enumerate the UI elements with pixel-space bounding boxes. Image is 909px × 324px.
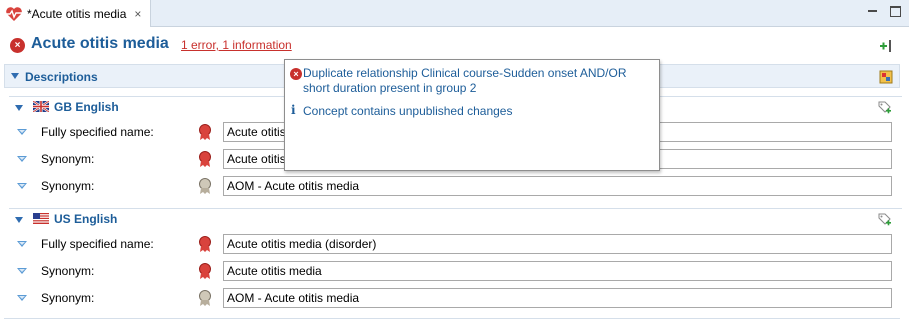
uk-flag-icon [33,101,49,112]
description-type-label: Synonym: [41,291,95,305]
description-term-input[interactable]: AOM - Acute otitis media [223,176,892,196]
close-tab-icon[interactable]: × [134,7,141,21]
add-concept-icon[interactable] [879,39,893,53]
gb-english-label: GB English [54,100,119,114]
description-row: Synonym: AOM - Acute otitis media [9,173,902,200]
editor-tab[interactable]: *Acute otitis media × [0,0,151,27]
descriptions-toolbar-icon[interactable] [879,70,893,84]
description-type-label: Fully specified name: [41,125,154,139]
description-row: Synonym: Acute otitis media [9,258,902,285]
error-status-icon: × [10,38,25,53]
description-type-label: Synonym: [41,264,95,278]
description-type-label: Fully specified name: [41,237,154,251]
expand-row-icon[interactable] [17,156,27,162]
descriptions-label: Descriptions [25,70,98,84]
info-message-link[interactable]: Concept contains unpublished changes [303,104,512,118]
unpublished-seal-icon [199,124,211,140]
error-icon: × [290,68,302,80]
info-icon: i [291,103,296,117]
description-row: Synonym: AOM - Acute otitis media [9,285,902,312]
concept-header: × Acute otitis media 1 error, 1 informat… [0,27,909,63]
description-term-input[interactable]: Acute otitis media [223,261,892,281]
section-divider [4,318,900,319]
expand-row-icon[interactable] [17,241,27,247]
published-seal-icon [199,178,211,194]
concept-title: Acute otitis media [31,35,169,52]
expand-row-icon[interactable] [17,295,27,301]
unpublished-seal-icon [199,236,211,252]
problems-popup: × Duplicate relationship Clinical course… [284,59,660,171]
error-message-link[interactable]: Duplicate relationship Clinical course-S… [303,66,643,96]
expand-row-icon[interactable] [17,129,27,135]
description-type-label: Synonym: [41,152,95,166]
add-description-icon[interactable] [876,211,892,227]
unpublished-seal-icon [199,151,211,167]
collapse-chevron-icon[interactable] [11,73,19,79]
heart-pulse-icon [6,6,22,21]
minimize-icon[interactable] [867,6,878,17]
window-buttons [867,6,901,17]
us-english-label: US English [54,212,118,226]
description-row: Fully specified name: Acute otitis media… [9,231,902,258]
description-term-input[interactable]: Acute otitis media (disorder) [223,234,892,254]
description-type-label: Synonym: [41,179,95,193]
expand-row-icon[interactable] [17,183,27,189]
maximize-icon[interactable] [890,6,901,17]
us-english-group-header[interactable]: US English [9,208,902,230]
us-flag-icon [33,213,49,224]
published-seal-icon [199,290,211,306]
problems-link[interactable]: 1 error, 1 information [181,38,292,52]
collapse-chevron-icon[interactable] [15,105,23,111]
tab-label: *Acute otitis media [27,6,127,21]
expand-row-icon[interactable] [17,268,27,274]
description-term-input[interactable]: AOM - Acute otitis media [223,288,892,308]
unpublished-seal-icon [199,263,211,279]
editor-tab-bar: *Acute otitis media × [0,0,909,27]
add-description-icon[interactable] [876,99,892,115]
collapse-chevron-icon[interactable] [15,217,23,223]
